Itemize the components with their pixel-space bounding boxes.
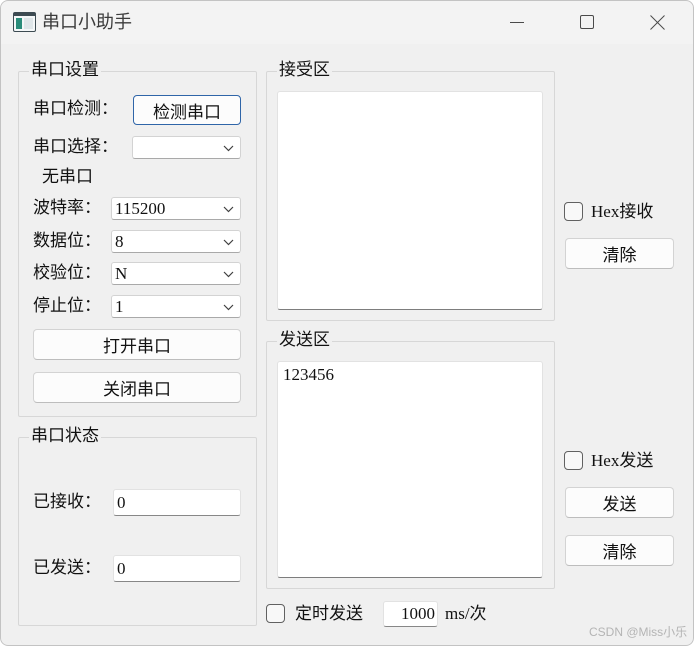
chevron-down-icon bbox=[223, 239, 234, 246]
watermark: CSDN @Miss小乐 bbox=[589, 625, 688, 639]
baud-rate-combo[interactable]: 115200 bbox=[111, 197, 241, 220]
maximize-button[interactable] bbox=[552, 0, 622, 44]
sent-count-field[interactable] bbox=[113, 555, 241, 582]
send-button[interactable]: 发送 bbox=[565, 487, 674, 518]
stop-bits-value: 1 bbox=[115, 297, 124, 316]
detect-port-button[interactable]: 检测串口 bbox=[133, 95, 241, 125]
stop-bits-combo[interactable]: 1 bbox=[111, 295, 241, 318]
parity-combo[interactable]: N bbox=[111, 262, 241, 285]
checkbox-icon bbox=[564, 451, 583, 470]
hex-receive-checkbox[interactable]: Hex接收 bbox=[564, 202, 653, 221]
send-interval-unit: ms/次 bbox=[445, 604, 487, 623]
parity-label: 校验位： bbox=[33, 263, 101, 282]
receive-area-title: 接受区 bbox=[277, 60, 332, 80]
hex-send-checkbox[interactable]: Hex发送 bbox=[564, 451, 653, 470]
stop-bits-label: 停止位： bbox=[33, 296, 101, 315]
maximize-icon bbox=[580, 15, 594, 29]
data-bits-combo[interactable]: 8 bbox=[111, 230, 241, 253]
data-bits-value: 8 bbox=[115, 232, 124, 251]
chevron-down-icon bbox=[223, 145, 234, 152]
minimize-icon bbox=[510, 22, 524, 23]
close-port-button[interactable]: 关闭串口 bbox=[33, 372, 241, 403]
checkbox-icon bbox=[564, 202, 583, 221]
sent-count-label: 已发送： bbox=[33, 558, 101, 577]
send-textarea[interactable]: 123456 bbox=[277, 361, 543, 578]
received-count-label: 已接收： bbox=[33, 492, 101, 511]
clear-receive-button[interactable]: 清除 bbox=[565, 238, 674, 269]
detect-label: 串口检测： bbox=[33, 99, 118, 118]
chevron-down-icon bbox=[223, 206, 234, 213]
title-bar[interactable]: 串口小助手 bbox=[0, 0, 694, 44]
port-select-combo[interactable] bbox=[132, 136, 241, 159]
port-select-label: 串口选择： bbox=[33, 137, 118, 156]
parity-value: N bbox=[115, 264, 128, 283]
baud-rate-value: 115200 bbox=[115, 199, 166, 218]
data-bits-label: 数据位： bbox=[33, 231, 101, 250]
send-interval-field[interactable] bbox=[383, 601, 438, 627]
clear-send-button[interactable]: 清除 bbox=[565, 535, 674, 566]
hex-send-label: Hex发送 bbox=[591, 450, 654, 470]
port-status-text: 无串口 bbox=[42, 167, 93, 186]
app-window: 串口小助手 串口设置 串口状态 接受区 发送区 串口检测： 检测串口 串口选择： bbox=[0, 0, 694, 646]
hex-receive-label: Hex接收 bbox=[591, 201, 654, 221]
serial-status-title: 串口状态 bbox=[29, 426, 101, 446]
received-count-field[interactable] bbox=[113, 489, 241, 516]
app-window-icon bbox=[13, 12, 36, 32]
close-button[interactable] bbox=[622, 0, 692, 44]
minimize-button[interactable] bbox=[482, 0, 552, 44]
chevron-down-icon bbox=[223, 271, 234, 278]
chevron-down-icon bbox=[223, 304, 234, 311]
serial-settings-title: 串口设置 bbox=[29, 60, 101, 80]
timed-send-checkbox[interactable]: 定时发送 bbox=[266, 604, 363, 623]
baud-rate-label: 波特率： bbox=[33, 198, 101, 217]
receive-textarea[interactable] bbox=[277, 91, 543, 310]
close-icon bbox=[649, 14, 665, 30]
open-port-button[interactable]: 打开串口 bbox=[33, 329, 241, 360]
send-area-title: 发送区 bbox=[277, 330, 332, 350]
serial-status-group bbox=[18, 437, 257, 626]
checkbox-icon bbox=[266, 604, 285, 623]
window-title: 串口小助手 bbox=[42, 12, 132, 32]
timed-send-label: 定时发送 bbox=[295, 603, 363, 623]
